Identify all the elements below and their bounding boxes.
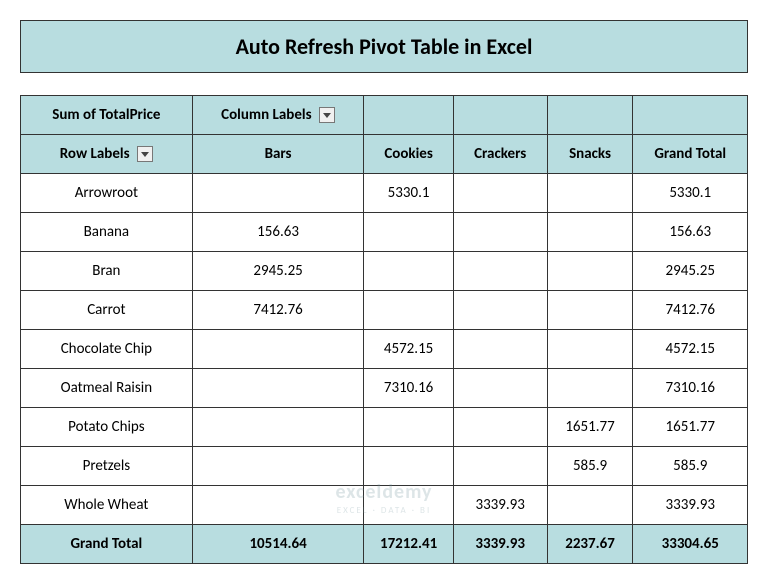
row-label[interactable]: Arrowroot [21,174,193,213]
column-labels-text: Column Labels [221,106,311,124]
data-cell[interactable] [192,174,364,213]
data-cell[interactable] [547,291,633,330]
row-label[interactable]: Chocolate Chip [21,330,193,369]
data-cell[interactable]: 4572.15 [633,330,748,369]
row-label[interactable]: Bran [21,252,193,291]
col-header-crackers[interactable]: Crackers [453,135,547,174]
data-cell[interactable]: 7412.76 [192,291,364,330]
blank-header [364,96,453,135]
data-cell[interactable]: 7310.16 [633,369,748,408]
data-cell[interactable] [547,213,633,252]
data-cell[interactable]: 585.9 [547,447,633,486]
data-cell[interactable] [547,174,633,213]
grand-total-cell: 17212.41 [364,525,453,564]
col-header-snacks[interactable]: Snacks [547,135,633,174]
blank-header [547,96,633,135]
data-cell[interactable]: 7310.16 [364,369,453,408]
pivot-table: Sum of TotalPrice Column Labels Row Labe… [20,95,748,564]
measure-label: Sum of TotalPrice [21,96,193,135]
data-cell[interactable] [453,174,547,213]
table-row: Potato Chips 1651.771651.77 [21,408,748,447]
data-cell[interactable]: 585.9 [633,447,748,486]
data-cell[interactable]: 4572.15 [364,330,453,369]
row-label[interactable]: Carrot [21,291,193,330]
row-label[interactable]: Oatmeal Raisin [21,369,193,408]
data-cell[interactable]: 3339.93 [633,486,748,525]
grand-total-cell: 3339.93 [453,525,547,564]
grand-total-cell: 2237.67 [547,525,633,564]
data-cell[interactable] [192,447,364,486]
data-cell[interactable]: 2945.25 [192,252,364,291]
data-cell[interactable] [547,330,633,369]
data-cell[interactable] [453,447,547,486]
col-header-grand-total: Grand Total [633,135,748,174]
data-cell[interactable]: 1651.77 [547,408,633,447]
data-cell[interactable] [453,330,547,369]
data-cell[interactable] [364,408,453,447]
data-cell[interactable] [364,447,453,486]
data-cell[interactable] [453,213,547,252]
row-labels-header[interactable]: Row Labels [21,135,193,174]
col-header-cookies[interactable]: Cookies [364,135,453,174]
data-cell[interactable] [364,213,453,252]
data-cell[interactable] [192,486,364,525]
blank-header [453,96,547,135]
data-cell[interactable]: 5330.1 [364,174,453,213]
data-cell[interactable]: 156.63 [633,213,748,252]
table-row: Whole Wheat 3339.93 3339.93 [21,486,748,525]
data-cell[interactable] [547,369,633,408]
table-row: Chocolate Chip 4572.15 4572.15 [21,330,748,369]
table-row: Arrowroot 5330.1 5330.1 [21,174,748,213]
col-header-bars[interactable]: Bars [192,135,364,174]
data-cell[interactable]: 3339.93 [453,486,547,525]
data-cell[interactable]: 2945.25 [633,252,748,291]
chevron-down-icon[interactable] [137,146,153,162]
pivot-header-row-2: Row Labels Bars Cookies Crackers Snacks … [21,135,748,174]
row-label[interactable]: Banana [21,213,193,252]
data-cell[interactable] [364,291,453,330]
data-cell[interactable] [192,408,364,447]
data-cell[interactable]: 5330.1 [633,174,748,213]
pivot-header-row-1: Sum of TotalPrice Column Labels [21,96,748,135]
table-row: Bran2945.252945.25 [21,252,748,291]
data-cell[interactable] [364,252,453,291]
blank-header [633,96,748,135]
data-cell[interactable] [453,252,547,291]
data-cell[interactable] [453,369,547,408]
data-cell[interactable] [453,291,547,330]
data-cell[interactable] [192,369,364,408]
data-cell[interactable] [453,408,547,447]
data-cell[interactable] [364,486,453,525]
grand-total-cell: 10514.64 [192,525,364,564]
row-label[interactable]: Whole Wheat [21,486,193,525]
data-cell[interactable]: 7412.76 [633,291,748,330]
table-row: Oatmeal Raisin 7310.16 7310.16 [21,369,748,408]
row-labels-text: Row Labels [60,145,130,163]
data-cell[interactable] [547,486,633,525]
row-label[interactable]: Pretzels [21,447,193,486]
grand-total-row: Grand Total 10514.64 17212.41 3339.93 22… [21,525,748,564]
table-row: Banana156.63156.63 [21,213,748,252]
data-cell[interactable] [547,252,633,291]
row-label[interactable]: Potato Chips [21,408,193,447]
grand-total-cell: 33304.65 [633,525,748,564]
table-row: Pretzels 585.9585.9 [21,447,748,486]
column-labels-header[interactable]: Column Labels [192,96,364,135]
page-title: Auto Refresh Pivot Table in Excel [20,20,748,73]
table-row: Carrot7412.767412.76 [21,291,748,330]
data-cell[interactable]: 156.63 [192,213,364,252]
grand-total-label: Grand Total [21,525,193,564]
data-cell[interactable]: 1651.77 [633,408,748,447]
data-cell[interactable] [192,330,364,369]
chevron-down-icon[interactable] [319,107,335,123]
